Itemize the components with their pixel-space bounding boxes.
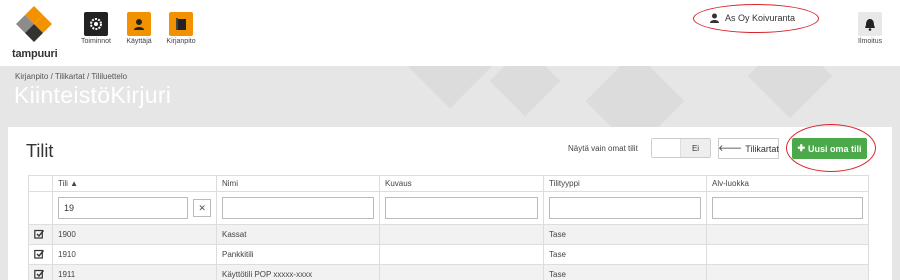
toggle-value: Ei xyxy=(681,139,710,157)
cell-nimi: Pankkitili xyxy=(216,244,380,265)
cell-alv xyxy=(706,264,869,280)
table-row[interactable]: 1911 Käyttötili POP xxxxx-xxxx Tase xyxy=(28,264,869,280)
cell-alv xyxy=(706,224,869,245)
filter-row: ✕ xyxy=(28,191,869,225)
filter-kuvaus-input[interactable] xyxy=(385,197,538,219)
gear-icon xyxy=(84,12,108,36)
column-header-tilityyppi[interactable]: Tilityyppi xyxy=(543,175,707,192)
cell-tili: 1910 xyxy=(52,244,217,265)
cell-nimi: Käyttötili POP xxxxx-xxxx xyxy=(216,264,380,280)
cell-tili: 1900 xyxy=(52,224,217,245)
edit-icon[interactable] xyxy=(34,269,44,279)
table-header-row: Tili ▲ Nimi Kuvaus Tilityyppi Alv-luokka xyxy=(28,175,869,192)
brand-name: tampuuri xyxy=(12,48,58,60)
book-icon xyxy=(169,12,193,36)
column-header-alv-luokka[interactable]: Alv-luokka xyxy=(706,175,869,192)
column-header-nimi[interactable]: Nimi xyxy=(216,175,380,192)
arrow-left-icon: 🡐 xyxy=(718,143,743,153)
edit-icon[interactable] xyxy=(34,249,44,259)
column-header-kuvaus[interactable]: Kuvaus xyxy=(379,175,544,192)
cell-tili: 1911 xyxy=(52,264,217,280)
toggle-knob xyxy=(652,139,682,157)
cell-tilityyppi: Tase xyxy=(543,264,707,280)
filter-tilityyppi-input[interactable] xyxy=(549,197,701,219)
own-accounts-toggle-label: Näytä vain omat tilit xyxy=(568,144,638,153)
card-title: Tilit xyxy=(26,141,54,161)
cell-tilityyppi: Tase xyxy=(543,224,707,245)
own-accounts-toggle[interactable]: Ei xyxy=(651,138,711,158)
column-header-tili[interactable]: Tili ▲ xyxy=(52,175,217,192)
back-button-label: Tilikartat xyxy=(745,143,779,154)
back-to-charts-button[interactable]: 🡐 Tilikartat xyxy=(718,138,779,159)
cell-kuvaus xyxy=(379,224,544,245)
filter-alv-input[interactable] xyxy=(712,197,863,219)
annotation-circle-new-button xyxy=(786,124,876,172)
accounts-card: Tilit Näytä vain omat tilit Ei 🡐 Tilikar… xyxy=(8,124,892,280)
clear-filter-button[interactable]: ✕ xyxy=(193,199,211,217)
accounts-table: Tili ▲ Nimi Kuvaus Tilityyppi Alv-luokka… xyxy=(28,175,869,280)
cell-tilityyppi: Tase xyxy=(543,244,707,265)
nav-label: Kirjanpito xyxy=(166,38,196,45)
top-bar: tampuuri Toiminnot Käyttäjä Kirjanpito A… xyxy=(0,0,900,66)
nav-kirjanpito[interactable]: Kirjanpito xyxy=(156,12,206,45)
table-row[interactable]: 1900 Kassat Tase xyxy=(28,224,869,245)
notification-label: Ilmoitus xyxy=(858,38,883,45)
filter-nimi-input[interactable] xyxy=(222,197,374,219)
cell-kuvaus xyxy=(379,264,544,280)
cell-nimi: Kassat xyxy=(216,224,380,245)
tampuuri-logo-icon xyxy=(16,6,52,42)
breadcrumb: Kirjanpito / Tilikartat / Tililuettelo xyxy=(15,72,128,81)
cell-kuvaus xyxy=(379,244,544,265)
annotation-circle-user xyxy=(693,4,819,33)
cell-alv xyxy=(706,244,869,265)
filter-tili-input[interactable] xyxy=(58,197,189,219)
table-row[interactable]: 1910 Pankkitili Tase xyxy=(28,244,869,265)
edit-icon[interactable] xyxy=(34,229,44,239)
brand-logo[interactable]: tampuuri xyxy=(12,4,58,60)
bell-icon xyxy=(858,12,882,36)
notification-button[interactable]: Ilmoitus xyxy=(858,12,882,45)
page-title: KiinteistöKirjuri xyxy=(14,82,172,108)
edit-column-header xyxy=(28,175,53,192)
user-icon xyxy=(127,12,151,36)
